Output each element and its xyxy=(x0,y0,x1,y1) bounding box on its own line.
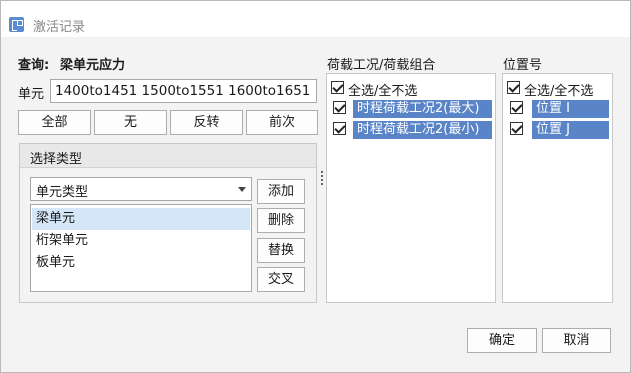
load-cases-select-all-label: 全选/全不选 xyxy=(348,84,418,99)
load-cases-header: 荷载工况/荷载组合 xyxy=(327,58,436,73)
load-case-item[interactable]: 时程荷载工况2(最小) xyxy=(353,121,492,139)
load-case-checkbox[interactable] xyxy=(333,101,346,114)
load-case-item[interactable]: 时程荷载工况2(最大) xyxy=(353,100,492,118)
select-type-header: 选择类型 xyxy=(30,152,83,167)
list-item[interactable]: 板单元 xyxy=(32,252,250,274)
position-item[interactable]: 位置 I xyxy=(532,100,609,118)
position-checkbox[interactable] xyxy=(510,122,523,135)
positions-select-all-checkbox[interactable] xyxy=(507,81,520,94)
add-button[interactable]: 添加 xyxy=(257,179,305,204)
element-type-list: 梁单元 桁架单元 板单元 xyxy=(30,204,252,292)
previous-button[interactable]: 前次 xyxy=(246,110,318,135)
element-label: 单元 xyxy=(18,87,45,102)
panel-splitter[interactable] xyxy=(321,171,323,185)
query-value: 梁单元应力 xyxy=(60,58,126,73)
query-label: 查询: xyxy=(18,58,50,73)
window-title: 激活记录 xyxy=(33,20,86,35)
app-icon xyxy=(9,17,24,32)
replace-button[interactable]: 替换 xyxy=(257,238,305,263)
select-type-header-bar: 选择类型 xyxy=(20,144,316,168)
position-item[interactable]: 位置 J xyxy=(532,121,609,139)
list-item[interactable]: 梁单元 xyxy=(32,208,250,230)
load-case-checkbox[interactable] xyxy=(333,122,346,135)
title-bar: 激活记录 xyxy=(1,1,630,37)
cancel-button[interactable]: 取消 xyxy=(542,328,611,353)
list-item[interactable]: 桁架单元 xyxy=(32,230,250,252)
position-checkbox[interactable] xyxy=(510,101,523,114)
select-none-button[interactable]: 无 xyxy=(94,110,167,135)
ok-button[interactable]: 确定 xyxy=(467,328,537,353)
select-all-button[interactable]: 全部 xyxy=(18,110,91,135)
element-input[interactable]: 1400to1451 1500to1551 1600to1651 1 xyxy=(50,79,317,103)
activation-record-dialog: 激活记录 查询: 梁单元应力 单元 1400to1451 1500to1551 … xyxy=(0,0,631,373)
positions-select-all-label: 全选/全不选 xyxy=(524,84,594,99)
element-type-combo[interactable]: 单元类型 xyxy=(30,177,252,201)
delete-button[interactable]: 删除 xyxy=(257,208,305,233)
intersect-button[interactable]: 交叉 xyxy=(257,267,305,292)
chevron-down-icon[interactable] xyxy=(238,187,246,192)
positions-header: 位置号 xyxy=(503,58,543,73)
invert-button[interactable]: 反转 xyxy=(170,110,243,135)
load-cases-select-all-checkbox[interactable] xyxy=(331,81,344,94)
combo-value: 单元类型 xyxy=(36,185,89,200)
